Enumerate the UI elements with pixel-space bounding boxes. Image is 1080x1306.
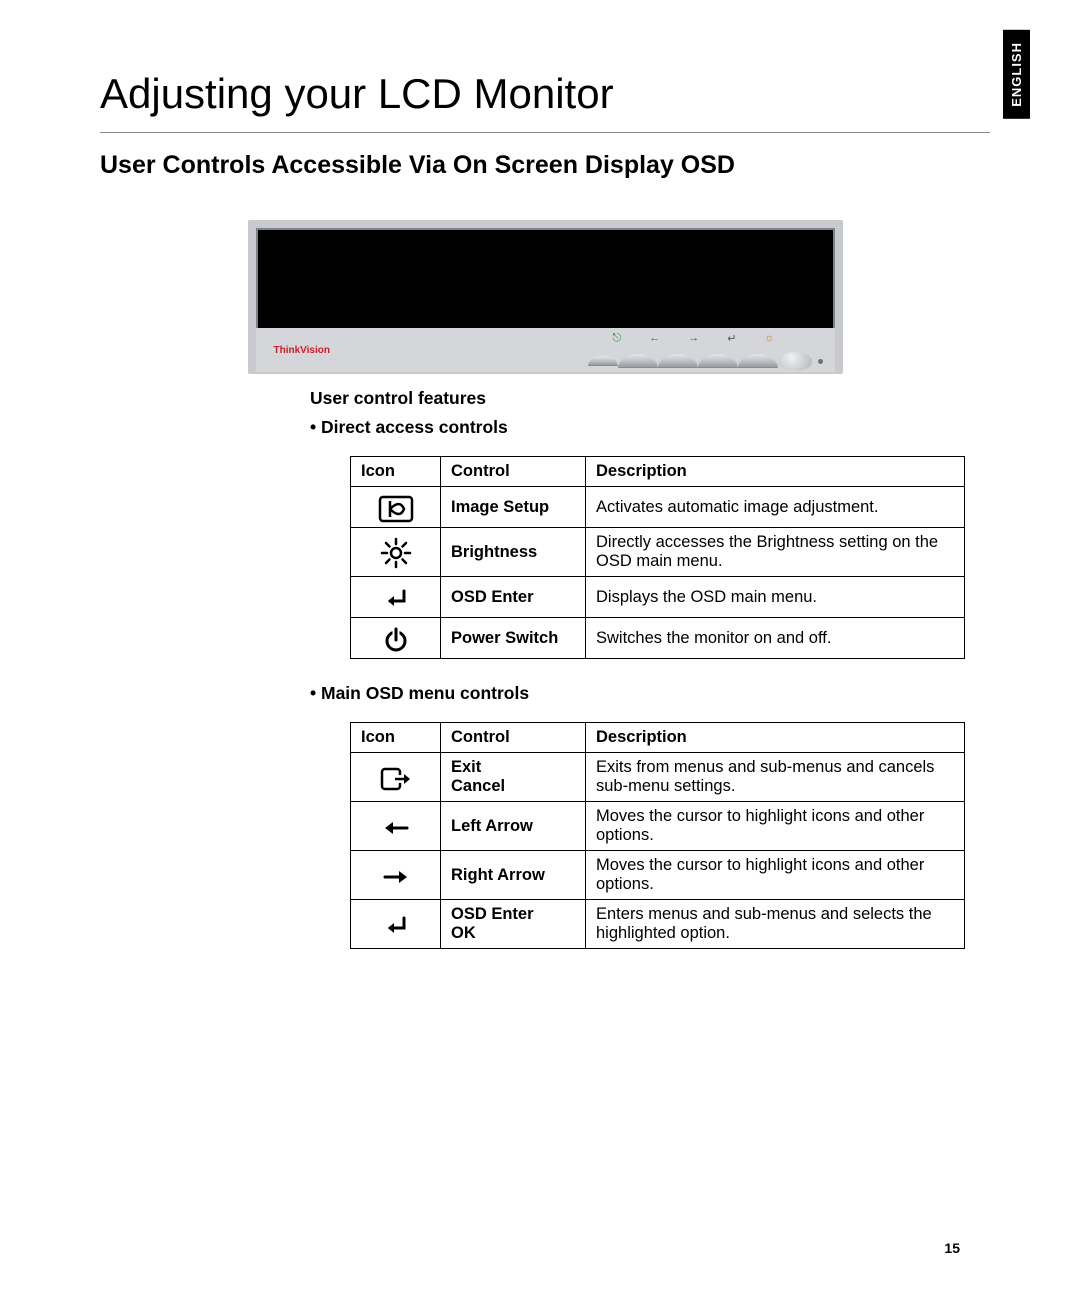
bezel-icon-row: ⎋ ← → ↵ ☼ <box>612 332 774 345</box>
header-icon: Icon <box>351 723 441 753</box>
left-arrow-icon <box>351 802 441 851</box>
control-label: Brightness <box>441 528 586 577</box>
image-setup-icon <box>351 487 441 528</box>
manual-page: ENGLISH Adjusting your LCD Monitor User … <box>0 0 1080 1306</box>
table-row: Image Setup Activates automatic image ad… <box>351 487 965 528</box>
bezel-buttons <box>588 352 823 370</box>
control-description: Activates automatic image adjustment. <box>586 487 965 528</box>
exit-icon: ⎋ <box>612 332 621 345</box>
features-heading: User control features <box>310 388 990 409</box>
brightness-icon: ☼ <box>764 332 774 345</box>
table-row: Left Arrow Moves the cursor to highlight… <box>351 802 965 851</box>
control-description: Exits from menus and sub-menus and cance… <box>586 753 965 802</box>
control-description: Moves the cursor to highlight icons and … <box>586 802 965 851</box>
bezel-button <box>658 354 698 368</box>
header-icon: Icon <box>351 457 441 487</box>
bezel-power-button <box>778 352 812 370</box>
page-title: Adjusting your LCD Monitor <box>100 70 990 118</box>
control-label: Image Setup <box>441 487 586 528</box>
direct-access-heading: Direct access controls <box>310 417 990 438</box>
header-description: Description <box>586 457 965 487</box>
control-description: Switches the monitor on and off. <box>586 618 965 659</box>
control-label: ExitCancel <box>441 753 586 802</box>
bezel-button <box>618 354 658 368</box>
table-header-row: Icon Control Description <box>351 723 965 753</box>
bezel-button <box>698 354 738 368</box>
control-description: Moves the cursor to highlight icons and … <box>586 851 965 900</box>
brightness-icon <box>351 528 441 577</box>
table-row: OSD EnterOK Enters menus and sub-menus a… <box>351 900 965 949</box>
control-label: OSD Enter <box>441 577 586 618</box>
monitor-brand-label: ThinkVision <box>274 345 331 356</box>
enter-icon <box>351 577 441 618</box>
left-arrow-icon: ← <box>649 332 660 345</box>
right-arrow-icon: → <box>688 332 699 345</box>
table-row: Brightness Directly accesses the Brightn… <box>351 528 965 577</box>
bezel-button <box>738 354 778 368</box>
page-number: 15 <box>944 1240 960 1256</box>
title-rule <box>100 132 990 133</box>
table-row: Right Arrow Moves the cursor to highligh… <box>351 851 965 900</box>
control-description: Directly accesses the Brightness setting… <box>586 528 965 577</box>
monitor-illustration: ThinkVision ⎋ ← → ↵ ☼ <box>248 220 843 374</box>
bezel-button <box>588 356 618 366</box>
main-osd-heading: Main OSD menu controls <box>310 683 990 704</box>
control-description: Displays the OSD main menu. <box>586 577 965 618</box>
power-led <box>818 359 823 364</box>
language-tab: ENGLISH <box>1003 30 1030 119</box>
table-header-row: Icon Control Description <box>351 457 965 487</box>
enter-icon <box>351 900 441 949</box>
header-control: Control <box>441 723 586 753</box>
control-label: OSD EnterOK <box>441 900 586 949</box>
monitor-screen <box>256 228 835 328</box>
control-label: Right Arrow <box>441 851 586 900</box>
table-row: ExitCancel Exits from menus and sub-menu… <box>351 753 965 802</box>
control-description: Enters menus and sub-menus and selects t… <box>586 900 965 949</box>
right-arrow-icon <box>351 851 441 900</box>
control-label: Left Arrow <box>441 802 586 851</box>
power-icon <box>351 618 441 659</box>
main-osd-table: Icon Control Description ExitCancel Exit… <box>350 722 965 949</box>
monitor-bezel: ThinkVision ⎋ ← → ↵ ☼ <box>256 328 835 372</box>
header-control: Control <box>441 457 586 487</box>
table-row: Power Switch Switches the monitor on and… <box>351 618 965 659</box>
exit-icon <box>351 753 441 802</box>
header-description: Description <box>586 723 965 753</box>
enter-icon: ↵ <box>727 332 736 345</box>
page-subtitle: User Controls Accessible Via On Screen D… <box>100 151 990 180</box>
control-label: Power Switch <box>441 618 586 659</box>
table-row: OSD Enter Displays the OSD main menu. <box>351 577 965 618</box>
direct-access-table: Icon Control Description Image Setup Act… <box>350 456 965 659</box>
